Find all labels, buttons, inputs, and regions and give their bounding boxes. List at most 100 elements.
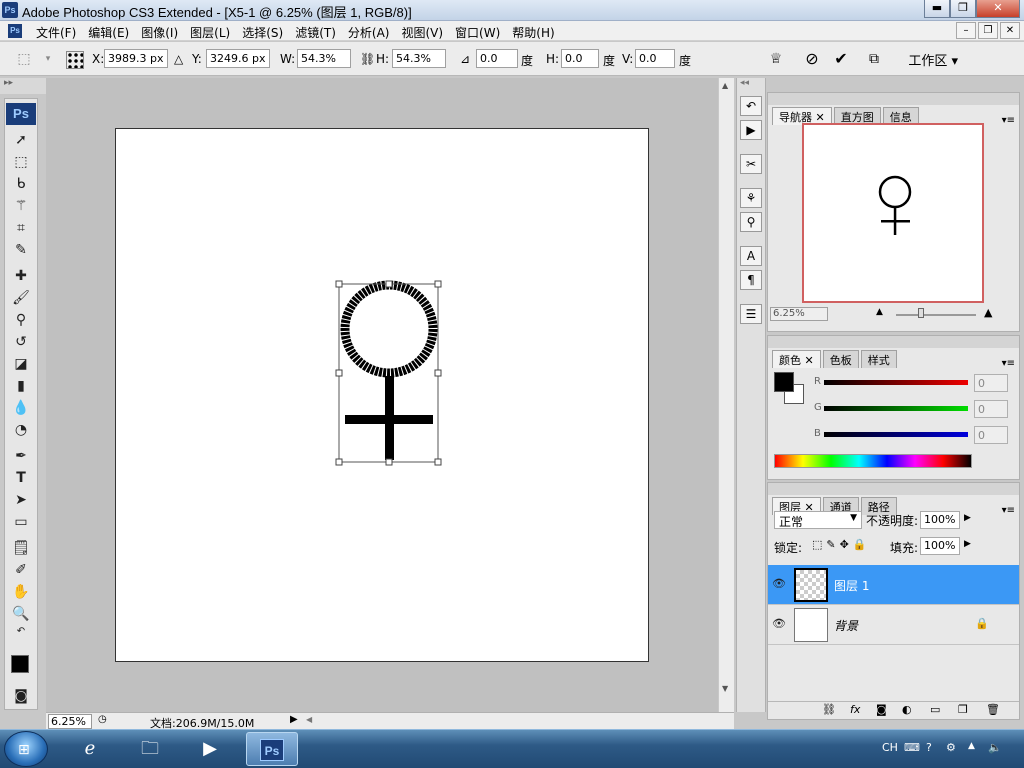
file-explorer-taskbar-icon[interactable]: 🗀: [124, 732, 176, 766]
eraser-tool-icon[interactable]: ◪: [6, 353, 36, 375]
doc-close-button[interactable]: ✕: [1000, 22, 1020, 39]
gradient-tool-icon[interactable]: ▮: [6, 375, 36, 397]
volume-icon[interactable]: 🔈: [988, 741, 1002, 754]
horizontal-scroll-left-icon[interactable]: ◀: [306, 715, 312, 724]
document-icon[interactable]: Ps: [8, 24, 22, 38]
clone-source-panel-icon[interactable]: ⚲: [740, 212, 762, 232]
photoshop-taskbar-button[interactable]: Ps: [246, 732, 298, 766]
layer-row-layer1[interactable]: 👁 图层 1: [768, 565, 1019, 605]
menu-help[interactable]: 帮助(H): [506, 23, 560, 42]
foreground-color-swatch[interactable]: [11, 655, 29, 673]
foreground-color-box[interactable]: [774, 372, 794, 392]
delete-layer-icon[interactable]: 🗑: [986, 703, 1000, 716]
actions-panel-icon[interactable]: ▶: [740, 120, 762, 140]
move-tool-icon[interactable]: ➚: [6, 129, 36, 151]
marquee-tool-icon[interactable]: ⬚: [6, 151, 36, 173]
visibility-eye-icon[interactable]: 👁: [772, 617, 786, 631]
tab-styles[interactable]: 样式: [860, 350, 897, 368]
keyboard-icon[interactable]: ⌨: [904, 741, 920, 754]
warp-mode-icon[interactable]: ♕: [766, 49, 786, 69]
status-menu-arrow-icon[interactable]: ▶: [290, 714, 298, 725]
lock-options-icon[interactable]: ⬚✎✥🔒: [812, 538, 871, 551]
blue-slider[interactable]: [824, 432, 968, 437]
color-spectrum-ramp[interactable]: [774, 454, 972, 468]
lasso-tool-icon[interactable]: ᑲ: [6, 173, 36, 195]
crop-tool-icon[interactable]: ⌗: [6, 217, 36, 239]
menu-edit[interactable]: 编辑(E): [82, 23, 135, 42]
relative-position-icon[interactable]: △: [174, 52, 183, 66]
h-skew-field[interactable]: 0.0: [561, 49, 599, 68]
notes-tool-icon[interactable]: 🗒: [6, 537, 36, 559]
new-layer-icon[interactable]: ❐: [958, 703, 968, 716]
tool-preset-dropdown-icon[interactable]: ▾: [38, 49, 58, 69]
quick-mask-icon[interactable]: ◙: [6, 685, 36, 707]
eyedropper-tool-icon[interactable]: ✐: [6, 559, 36, 581]
width-scale-field[interactable]: 54.3%: [297, 49, 351, 68]
toolbox-collapse-handle[interactable]: ▸▸: [0, 78, 46, 94]
panel-menu-icon[interactable]: ▾≡: [1002, 115, 1015, 126]
clone-stamp-tool-icon[interactable]: ⚲: [6, 309, 36, 331]
layer-style-icon[interactable]: fx: [850, 703, 860, 716]
doc-minimize-button[interactable]: –: [956, 22, 976, 39]
opacity-field[interactable]: 100%: [920, 511, 960, 529]
brushes-panel-icon[interactable]: ⚘: [740, 188, 762, 208]
minimize-button[interactable]: ▬: [924, 0, 950, 18]
magic-wand-tool-icon[interactable]: ⚚: [6, 195, 36, 217]
commit-transform-icon[interactable]: ✔: [831, 49, 851, 69]
red-value-field[interactable]: 0: [974, 374, 1008, 392]
show-hidden-icons-icon[interactable]: ▲: [968, 741, 975, 751]
scroll-down-icon[interactable]: ▼: [722, 684, 728, 693]
doc-restore-button[interactable]: ❐: [978, 22, 998, 39]
zoom-tool-icon[interactable]: 🔍: [6, 603, 36, 625]
history-panel-icon[interactable]: ↶: [740, 96, 762, 116]
slice-tool-icon[interactable]: ✎: [6, 239, 36, 261]
path-selection-tool-icon[interactable]: ➤: [6, 489, 36, 511]
link-layers-icon[interactable]: ⛓: [822, 703, 836, 716]
blend-mode-select[interactable]: 正常 ▼: [774, 511, 862, 529]
strip-collapse-handle[interactable]: ◂◂: [737, 78, 765, 92]
pen-tool-icon[interactable]: ✒: [6, 445, 36, 467]
start-button[interactable]: ⊞: [4, 731, 48, 767]
menu-window[interactable]: 窗口(W): [449, 23, 506, 42]
x-position-field[interactable]: 3989.3 px: [104, 49, 168, 68]
close-button[interactable]: ✕: [976, 0, 1020, 18]
layer-name[interactable]: 背景: [834, 617, 858, 634]
menu-layer[interactable]: 图层(L): [184, 23, 236, 42]
navigator-zoom-field[interactable]: 6.25%: [770, 307, 828, 321]
link-icon[interactable]: ⛓: [360, 52, 375, 66]
blue-value-field[interactable]: 0: [974, 426, 1008, 444]
menu-filter[interactable]: 滤镜(T): [289, 23, 342, 42]
character-panel-icon[interactable]: A: [740, 246, 762, 266]
layer-row-background[interactable]: 👁 背景 🔒: [768, 605, 1019, 645]
internet-explorer-taskbar-icon[interactable]: ℯ: [64, 732, 116, 766]
rotate-field[interactable]: 0.0: [476, 49, 518, 68]
layer-comps-panel-icon[interactable]: ☰: [740, 304, 762, 324]
zoom-out-icon[interactable]: ▲: [876, 307, 883, 317]
visibility-eye-icon[interactable]: 👁: [772, 577, 786, 591]
scroll-up-icon[interactable]: ▲: [722, 81, 728, 90]
green-value-field[interactable]: 0: [974, 400, 1008, 418]
menu-select[interactable]: 选择(S): [236, 23, 289, 42]
menu-view[interactable]: 视图(V): [395, 23, 449, 42]
panel-menu-icon[interactable]: ▾≡: [1002, 358, 1015, 369]
v-skew-field[interactable]: 0.0: [635, 49, 675, 68]
red-slider[interactable]: [824, 380, 968, 385]
menu-analysis[interactable]: 分析(A): [342, 23, 396, 42]
workspace-menu[interactable]: 工作区 ▾: [908, 50, 958, 69]
photoshop-logo[interactable]: Ps: [6, 103, 36, 125]
new-group-icon[interactable]: ▭: [930, 703, 940, 716]
restore-button[interactable]: ❐: [950, 0, 976, 18]
tab-color[interactable]: 颜色 ✕: [772, 350, 821, 368]
layer-name[interactable]: 图层 1: [834, 577, 869, 594]
height-scale-field[interactable]: 54.3%: [392, 49, 446, 68]
adjustment-layer-icon[interactable]: ◐: [902, 703, 912, 716]
zoom-slider-thumb[interactable]: [918, 308, 924, 318]
menu-image[interactable]: 图像(I): [135, 23, 184, 42]
zoom-in-icon[interactable]: ▲: [984, 306, 992, 319]
hand-tool-icon[interactable]: ✋: [6, 581, 36, 603]
navigator-preview[interactable]: [802, 123, 984, 303]
history-brush-tool-icon[interactable]: ↺: [6, 331, 36, 353]
help-icon[interactable]: ?: [926, 741, 932, 754]
layer-mask-icon[interactable]: ◙: [876, 703, 887, 716]
tab-swatches[interactable]: 色板: [822, 350, 859, 368]
